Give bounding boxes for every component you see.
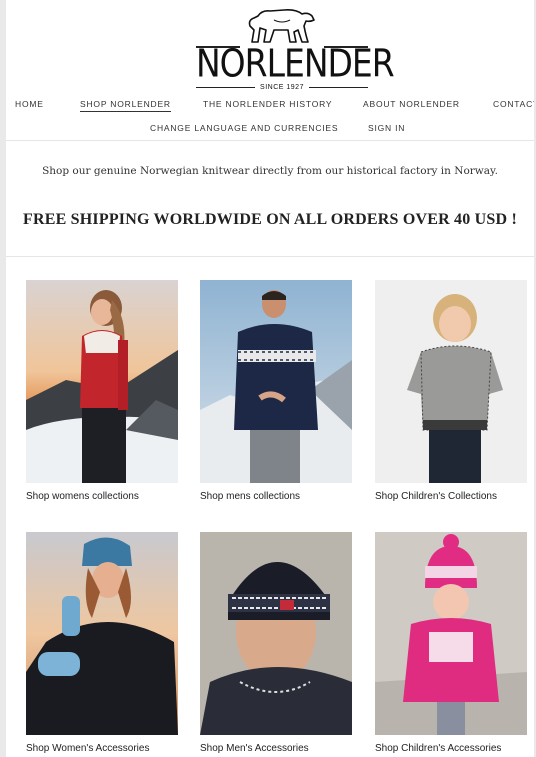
nav-shop[interactable]: SHOP NORLENDER: [80, 99, 171, 112]
womens-collection-image: [26, 280, 178, 483]
womens-accessories-image: [26, 532, 178, 735]
since-row: SINCE 1927: [196, 84, 369, 91]
nav-signin[interactable]: SIGN IN: [368, 123, 405, 133]
polar-bear-icon: [248, 9, 315, 43]
since-text: SINCE 1927: [260, 84, 304, 91]
collection-card-womens-accessories[interactable]: Shop Women's Accessories: [26, 532, 178, 754]
collection-label[interactable]: Shop Children's Accessories: [375, 743, 527, 754]
divider: [6, 256, 534, 257]
collection-label[interactable]: Shop Children's Collections: [375, 491, 527, 502]
collection-label[interactable]: Shop mens collections: [200, 491, 352, 502]
collection-label[interactable]: Shop Women's Accessories: [26, 743, 178, 754]
nav-home[interactable]: HOME: [15, 99, 44, 109]
main-nav: HOME SHOP NORLENDER THE NORLENDER HISTOR…: [6, 99, 534, 113]
nav-contact[interactable]: CONTACT: [493, 99, 534, 109]
nav-about[interactable]: ABOUT NORLENDER: [363, 99, 460, 109]
shipping-banner: FREE SHIPPING WORLDWIDE ON ALL ORDERS OV…: [23, 211, 517, 228]
mens-collection-image: [200, 280, 352, 483]
collection-card-mens[interactable]: Shop mens collections: [200, 280, 352, 502]
nav-history[interactable]: THE NORLENDER HISTORY: [203, 99, 332, 109]
divider: [6, 140, 534, 141]
collection-card-children-accessories[interactable]: Shop Children's Accessories: [375, 532, 527, 754]
nav-language[interactable]: CHANGE LANGUAGE AND CURRENCIES: [150, 123, 338, 133]
children-collection-image: [375, 280, 527, 483]
page: NORLENDER SINCE 1927 HOME SHOP NORLENDER…: [6, 0, 534, 757]
collection-card-mens-accessories[interactable]: Shop Men's Accessories: [200, 532, 352, 754]
brand-logo[interactable]: NORLENDER SINCE 1927: [6, 6, 534, 94]
collection-label[interactable]: Shop Men's Accessories: [200, 743, 352, 754]
tagline: Shop our genuine Norwegian knitwear dire…: [42, 165, 498, 177]
collection-card-children[interactable]: Shop Children's Collections: [375, 280, 527, 502]
brand-wordmark: NORLENDER: [196, 41, 395, 86]
children-accessories-image: [375, 532, 527, 735]
collection-label[interactable]: Shop womens collections: [26, 491, 178, 502]
collection-card-womens[interactable]: Shop womens collections: [26, 280, 178, 502]
mens-accessories-image: [200, 532, 352, 735]
